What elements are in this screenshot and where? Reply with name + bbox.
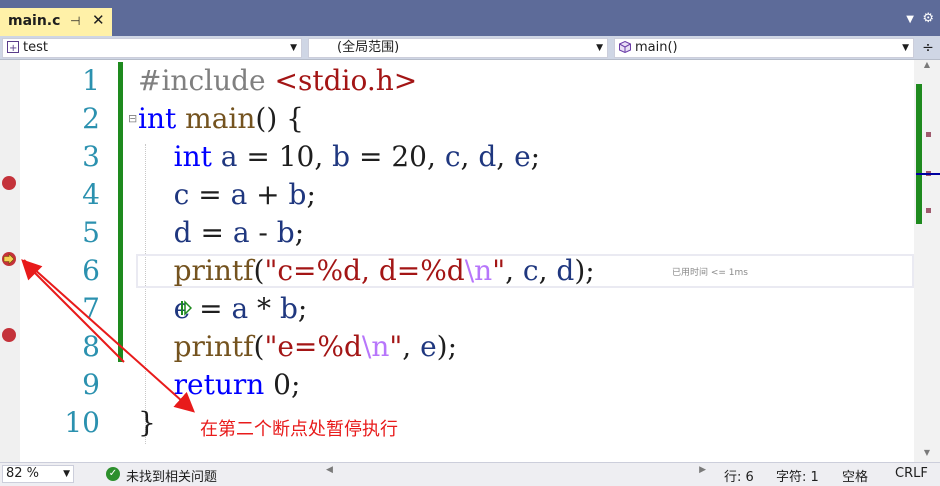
pin-icon[interactable]: ⊣ [70,14,80,28]
check-icon[interactable]: ✓ [106,467,120,481]
member-dropdown[interactable]: main() ▼ [614,38,914,58]
scrollbar-breakpoint-marker [926,208,931,213]
scrollbar-breakpoint-marker [926,132,931,137]
column-indicator[interactable]: 字符: 1 [776,466,819,485]
zoom-dropdown[interactable]: 82 % ▼ [2,465,74,483]
scrollbar-change-marker [916,84,922,224]
annotation-arrows [21,259,195,413]
gear-icon[interactable]: ⚙ [922,11,934,26]
line-indicator[interactable]: 行: 6 [724,466,754,485]
tab-dropdown-icon[interactable]: ▼ [906,14,914,25]
scope-label: (全局范围) [337,40,400,55]
scrollbar-caret-marker [916,173,940,175]
project-label: test [23,40,48,55]
close-icon[interactable]: ✕ [92,11,105,29]
arrow-to-note [23,259,195,413]
vertical-scrollbar[interactable]: ▲ ▼ [914,60,940,462]
tab-title: main.c [8,13,61,29]
svg-text:+: + [9,43,17,53]
scroll-right-icon[interactable]: ▶ [699,465,706,475]
navigation-bar: + test ▼ (全局范围) ▼ main() ▼ ÷ [0,36,940,60]
status-bar: 82 % ▼ ✓ 未找到相关问题 ◀ ▶ 行: 6 字符: 1 空格 CRLF [0,462,940,486]
chevron-down-icon: ▼ [596,43,603,53]
function-cube-icon [619,41,631,53]
project-icon: + [7,41,19,53]
zoom-level: 82 % [6,466,40,481]
scroll-left-icon[interactable]: ◀ [326,465,333,475]
member-label: main() [635,40,678,55]
tab-main-c[interactable]: main.c ⊣ ✕ [0,8,112,36]
chevron-down-icon: ▼ [63,469,70,479]
chevron-down-icon: ▼ [902,43,909,53]
code-editor[interactable]: 1 2 3 4 5 6 7 8 9 10 ⊟ #include <stdio.h… [0,60,940,462]
line-ending-indicator[interactable]: CRLF [895,466,928,481]
document-tab-bar: main.c ⊣ ✕ ▼ ⚙ [0,0,940,36]
scope-dropdown[interactable]: (全局范围) ▼ [308,38,608,58]
project-dropdown[interactable]: + test ▼ [2,38,302,58]
scroll-up-icon[interactable]: ▲ [914,60,940,74]
split-window-button[interactable]: ÷ [918,38,938,58]
arrow-to-breakpoint [21,259,125,363]
horizontal-scrollbar[interactable]: ◀ ▶ [326,465,706,483]
annotation-note: 在第二个断点处暂停执行 [200,419,398,440]
chevron-down-icon: ▼ [290,43,297,53]
issues-status[interactable]: 未找到相关问题 [126,466,217,485]
scroll-down-icon[interactable]: ▼ [914,448,940,462]
indent-indicator[interactable]: 空格 [842,466,868,485]
